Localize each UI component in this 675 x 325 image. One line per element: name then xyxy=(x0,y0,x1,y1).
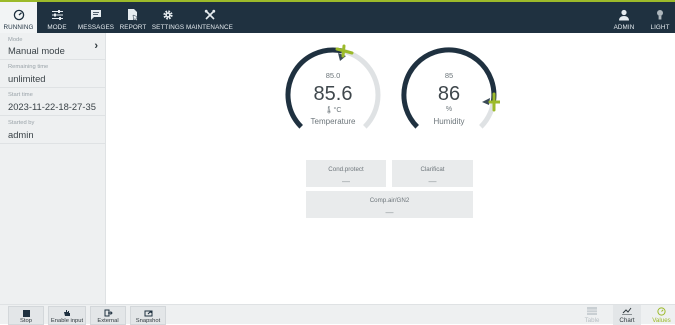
remaining-key: Remaining time xyxy=(8,64,49,70)
view-table-label: Table xyxy=(584,317,600,324)
user-icon xyxy=(618,5,630,21)
footer-toolbar: Stop Enable input External Snapshot Tabl… xyxy=(0,304,675,325)
enable-input-label: Enable input xyxy=(50,318,84,324)
cond-protect-title: Cond.protect xyxy=(328,166,364,173)
sidebar-remaining: Remaining time unlimited xyxy=(0,60,106,88)
nav-running[interactable]: RUNNING xyxy=(0,2,37,33)
values-icon xyxy=(657,305,666,317)
clarificat-value: — xyxy=(428,177,437,186)
enable-input-button[interactable]: Enable input xyxy=(48,306,86,325)
view-chart[interactable]: Chart xyxy=(613,305,641,325)
chevron-right-icon: › xyxy=(94,40,98,52)
sliders-icon xyxy=(51,5,64,21)
mode-value: Manual mode xyxy=(8,45,65,56)
gear-icon xyxy=(162,5,174,21)
view-table[interactable]: Table xyxy=(580,305,604,325)
view-chart-label: Chart xyxy=(619,317,635,324)
clarificat-title: Clarificat xyxy=(420,166,445,173)
chart-icon xyxy=(622,305,632,317)
external-button[interactable]: External xyxy=(90,306,126,325)
remaining-value: unlimited xyxy=(8,73,46,84)
nav-mode[interactable]: MODE xyxy=(42,2,72,33)
nav-messages[interactable]: MESSAGES xyxy=(78,2,114,33)
sidebar-mode[interactable]: Mode Manual mode › xyxy=(0,33,106,60)
nav-admin[interactable]: ADMIN xyxy=(609,2,639,33)
view-values[interactable]: Values xyxy=(648,305,675,325)
sidebar: Mode Manual mode › Remaining time unlimi… xyxy=(0,33,106,304)
nav-running-label: RUNNING xyxy=(3,24,34,31)
start-value: 2023-11-22-18-27-35 xyxy=(8,101,96,112)
temperature-unit: 🌡°C xyxy=(282,106,384,114)
temperature-unit-text: °C xyxy=(333,107,342,114)
snapshot-button[interactable]: Snapshot xyxy=(130,306,166,325)
external-icon xyxy=(104,308,113,318)
nav-light[interactable]: LIGHT xyxy=(645,2,675,33)
nav-admin-label: ADMIN xyxy=(613,24,635,31)
started-key: Started by xyxy=(8,120,35,126)
started-value: admin xyxy=(8,129,34,140)
nav-settings-label: SETTINGS xyxy=(151,24,185,31)
report-icon xyxy=(127,5,139,21)
stop-icon xyxy=(22,308,30,318)
humidity-value: 86 xyxy=(437,83,461,105)
thermometer-icon: 🌡 xyxy=(324,107,334,114)
snapshot-label: Snapshot xyxy=(135,318,161,324)
humidity-unit: % xyxy=(445,106,453,113)
nav-maintenance-label: MAINTENANCE xyxy=(186,24,233,31)
nav-mode-label: MODE xyxy=(47,24,67,31)
comp-air-title: Comp.air/GN2 xyxy=(369,197,410,204)
tools-icon xyxy=(204,5,216,21)
sidebar-started-by: Started by admin xyxy=(0,116,106,144)
external-label: External xyxy=(97,318,119,324)
stop-button[interactable]: Stop xyxy=(8,306,44,325)
nav-messages-label: MESSAGES xyxy=(77,24,115,31)
stop-label: Stop xyxy=(20,318,32,324)
humidity-label: Humidity xyxy=(433,117,465,126)
sidebar-start-time: Start time 2023-11-22-18-27-35 xyxy=(0,88,106,116)
temperature-value: 85.6 xyxy=(313,83,353,105)
temperature-setpoint: 85.0 xyxy=(325,71,341,80)
comp-air-value: — xyxy=(385,208,394,217)
comp-air-tile[interactable]: Comp.air/GN2 — xyxy=(306,191,473,218)
cond-protect-tile[interactable]: Cond.protect — xyxy=(306,160,386,187)
clarificat-tile[interactable]: Clarificat — xyxy=(392,160,473,187)
table-icon xyxy=(587,305,597,317)
view-values-label: Values xyxy=(652,317,671,324)
nav-settings[interactable]: SETTINGS xyxy=(152,2,184,33)
nav-light-label: LIGHT xyxy=(650,24,670,31)
bulb-icon xyxy=(656,5,664,21)
top-navbar: RUNNING MODE MESSAGES REPORT SETTINGS MA… xyxy=(0,2,675,33)
temperature-label: Temperature xyxy=(310,117,356,126)
cond-protect-value: — xyxy=(342,177,350,186)
nav-report-label: REPORT xyxy=(119,24,147,31)
hand-icon xyxy=(63,308,72,318)
humidity-setpoint: 85 xyxy=(444,71,454,80)
snapshot-icon xyxy=(144,308,153,318)
humidity-gauge: 85 86 % Humidity xyxy=(398,44,502,146)
start-key: Start time xyxy=(8,92,33,98)
nav-report[interactable]: REPORT xyxy=(119,2,147,33)
message-icon xyxy=(90,5,102,21)
gauge-icon xyxy=(13,5,25,21)
temperature-gauge: 85.0 85.6 🌡°C Temperature xyxy=(282,44,384,146)
mode-key: Mode xyxy=(8,37,23,43)
nav-maintenance[interactable]: MAINTENANCE xyxy=(186,2,233,33)
